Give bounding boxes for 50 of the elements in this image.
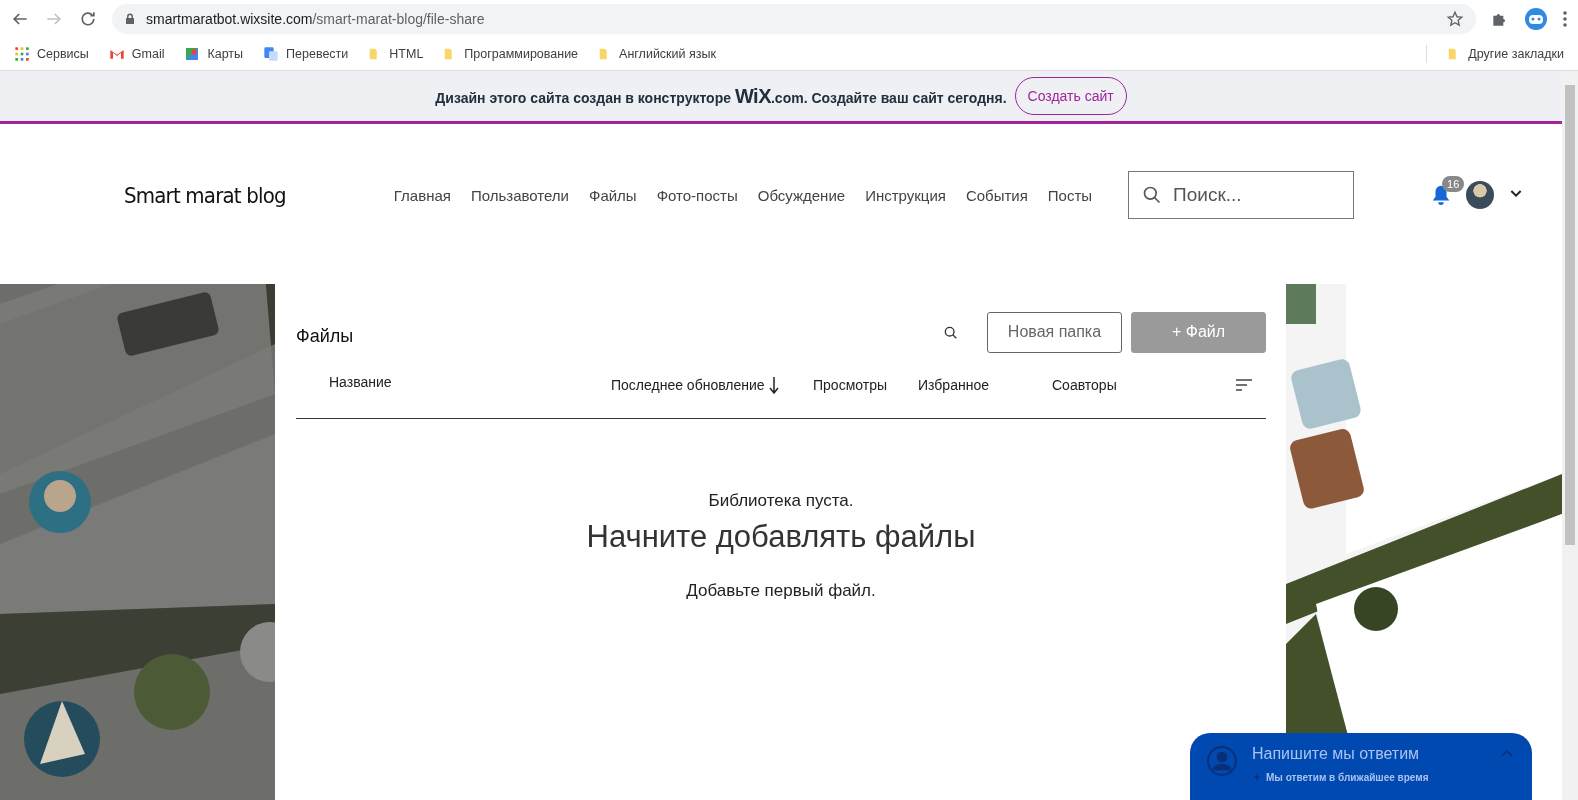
- banner-text: Дизайн этого сайта создан в конструкторе WiX.com. Создайте ваш сайт сегодня.: [435, 84, 1007, 108]
- bookmark-link[interactable]: Другие закладки: [1468, 47, 1564, 61]
- url-text: smartmaratbot.wixsite.com/smart-marat-blog/file-share: [146, 11, 485, 27]
- column-header[interactable]: Последнее обновление: [611, 376, 813, 394]
- menu-icon: [1562, 10, 1568, 28]
- chat-title: Напишите мы ответим: [1252, 745, 1421, 763]
- lock-icon: [124, 12, 136, 26]
- scrollbar-thumb[interactable]: [1565, 85, 1575, 545]
- bookmark-link[interactable]: Перевести: [286, 47, 349, 61]
- nav-link[interactable]: Обсуждение: [757, 186, 846, 204]
- reload-icon: [78, 9, 98, 29]
- map-pin-icon: [184, 46, 201, 62]
- robot-icon: [1524, 7, 1548, 31]
- nav-link[interactable]: Пользавотели: [470, 186, 569, 204]
- address-bar[interactable]: smartmaratbot.wixsite.com/smart-marat-blog/file-share: [112, 4, 1476, 34]
- empty-hint: Добавьте первый файл.: [686, 581, 876, 601]
- bookmark-link[interactable]: Gmail: [131, 47, 165, 61]
- column-header[interactable]: Соавторы: [1052, 377, 1236, 393]
- bookmark-link[interactable]: Сервисы: [37, 47, 89, 61]
- notification-badge: 16: [1442, 176, 1465, 192]
- nav-link[interactable]: Файлы: [589, 186, 637, 204]
- search-icon: [943, 325, 959, 341]
- search-field[interactable]: Поиск...: [1128, 171, 1355, 219]
- nav-link[interactable]: Главная: [393, 186, 451, 204]
- bookmark-link[interactable]: HTML: [389, 47, 424, 61]
- star-icon: [1446, 10, 1464, 28]
- lightning-icon: [1252, 771, 1262, 783]
- nav-link[interactable]: Инструкция: [865, 186, 946, 204]
- search-icon: [1142, 185, 1163, 205]
- chat-widget[interactable]: Напишите мы ответим Мы ответим в ближайшее время: [1190, 733, 1532, 800]
- site-title[interactable]: Smart marat blog: [124, 182, 286, 208]
- column-header[interactable]: Название: [296, 374, 611, 390]
- new-folder-button[interactable]: Новая папка: [987, 311, 1122, 353]
- empty-heading: Начните добавлять файлы: [586, 519, 976, 555]
- bookmark-link[interactable]: Карты: [207, 47, 244, 61]
- user-icon: [1206, 745, 1238, 777]
- nav-link[interactable]: События: [965, 186, 1028, 204]
- avatar[interactable]: [1466, 181, 1495, 209]
- chat-subtitle: Мы ответим в ближайшее время: [1266, 771, 1429, 783]
- bookmark-link[interactable]: Программирование: [464, 47, 579, 61]
- bookmark-link[interactable]: Английский язык: [619, 47, 716, 61]
- nav-link[interactable]: Фото-посты: [656, 186, 738, 204]
- nav-link[interactable]: Посты: [1047, 186, 1093, 204]
- column-header[interactable]: Просмотры: [813, 377, 918, 393]
- translate-icon: [263, 46, 280, 62]
- sort-lines-icon: [1236, 379, 1252, 391]
- apps-grid-icon: [14, 46, 30, 62]
- empty-note: Библиотека пуста.: [708, 491, 854, 511]
- column-header[interactable]: Избранное: [918, 377, 1052, 393]
- files-title: Файлы: [296, 325, 354, 347]
